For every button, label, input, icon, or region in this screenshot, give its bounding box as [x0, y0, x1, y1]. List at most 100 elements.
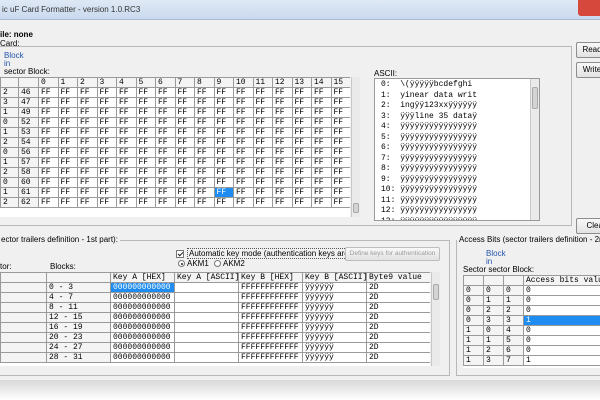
trailer-key-b-ascii-cell[interactable]: ÿÿÿÿÿÿ — [302, 352, 367, 363]
trailer-byte9-cell[interactable]: 2D — [366, 322, 430, 333]
byte-cell[interactable]: FF — [291, 177, 312, 188]
byte-cell[interactable]: FF — [330, 157, 350, 168]
byte-cell[interactable]: FF — [213, 177, 234, 188]
byte-cell[interactable]: FF — [291, 107, 312, 118]
byte-cell[interactable]: FF — [116, 177, 137, 188]
byte-cell[interactable]: FF — [77, 137, 98, 148]
byte-cell[interactable]: FF — [38, 167, 59, 178]
access-bits-value-cell[interactable]: 0 — [523, 325, 600, 336]
byte-cell[interactable]: FF — [57, 137, 78, 148]
byte-cell[interactable]: FF — [174, 97, 195, 108]
byte-cell[interactable]: FF — [311, 97, 332, 108]
selected-byte-cell[interactable]: FF — [213, 187, 234, 198]
auto-key-checkbox[interactable] — [176, 249, 184, 258]
byte-cell[interactable]: FF — [174, 117, 195, 128]
byte-cell[interactable]: FF — [272, 117, 293, 128]
byte-cell[interactable]: FF — [291, 197, 312, 208]
byte-cell[interactable]: FF — [174, 137, 195, 148]
trailer-key-b-hex-cell[interactable]: FFFFFFFFFFFF — [238, 332, 303, 343]
byte-cell[interactable]: FF — [38, 137, 59, 148]
trailer-key-a-ascii-cell[interactable] — [174, 332, 239, 343]
byte-cell[interactable]: FF — [311, 167, 332, 178]
byte-cell[interactable]: FF — [252, 197, 273, 208]
byte-cell[interactable]: FF — [252, 147, 273, 158]
byte-cell[interactable]: FF — [116, 167, 137, 178]
trailer-key-b-hex-cell[interactable]: FFFFFFFFFFFF — [238, 312, 303, 323]
byte-cell[interactable]: FF — [135, 187, 156, 198]
byte-cell[interactable]: FF — [311, 157, 332, 168]
byte-cell[interactable]: FF — [194, 167, 215, 178]
byte-cell[interactable]: FF — [213, 87, 234, 98]
byte-cell[interactable]: FF — [135, 197, 156, 208]
access-bits-value-cell[interactable]: 1 — [523, 315, 600, 326]
byte-cell[interactable]: FF — [272, 197, 293, 208]
byte-cell[interactable]: FF — [135, 87, 156, 98]
byte-cell[interactable]: FF — [311, 137, 332, 148]
byte-cell[interactable]: FF — [233, 197, 254, 208]
byte-cell[interactable]: FF — [96, 157, 117, 168]
trailer-key-b-ascii-cell[interactable]: ÿÿÿÿÿÿ — [302, 312, 367, 323]
byte-cell[interactable]: FF — [233, 157, 254, 168]
trailer-key-b-hex-cell[interactable]: FFFFFFFFFFFF — [238, 352, 303, 363]
byte-cell[interactable]: FF — [116, 147, 137, 158]
byte-cell[interactable]: FF — [252, 107, 273, 118]
byte-cell[interactable]: FF — [311, 177, 332, 188]
ascii-scroll-thumb[interactable] — [532, 87, 538, 109]
byte-cell[interactable]: FF — [77, 147, 98, 158]
write-card-button[interactable]: Write C — [576, 62, 600, 78]
byte-cell[interactable]: FF — [213, 107, 234, 118]
byte-cell[interactable]: FF — [57, 187, 78, 198]
byte-cell[interactable]: FF — [135, 177, 156, 188]
byte-cell[interactable]: FF — [272, 187, 293, 198]
byte-cell[interactable]: FF — [330, 97, 350, 108]
byte-cell[interactable]: FF — [213, 147, 234, 158]
byte-cell[interactable]: FF — [194, 177, 215, 188]
trailers-scrollbar[interactable] — [431, 272, 440, 366]
byte-cell[interactable]: FF — [155, 177, 176, 188]
byte-cell[interactable]: FF — [155, 167, 176, 178]
byte-cell[interactable]: FF — [38, 147, 59, 158]
byte-cell[interactable]: FF — [213, 117, 234, 128]
byte-cell[interactable]: FF — [174, 167, 195, 178]
trailer-key-a-ascii-cell[interactable] — [174, 342, 239, 353]
byte-cell[interactable]: FF — [291, 97, 312, 108]
byte-cell[interactable]: FF — [155, 97, 176, 108]
byte-cell[interactable]: FF — [155, 107, 176, 118]
byte-cell[interactable]: FF — [252, 97, 273, 108]
byte-cell[interactable]: FF — [213, 197, 234, 208]
byte-cell[interactable]: FF — [330, 197, 350, 208]
byte-cell[interactable]: FF — [155, 147, 176, 158]
byte-cell[interactable]: FF — [174, 197, 195, 208]
byte-cell[interactable]: FF — [252, 87, 273, 98]
trailer-key-a-hex-cell[interactable]: 000000000000 — [110, 342, 175, 353]
close-icon[interactable] — [578, 0, 600, 16]
byte-cell[interactable]: FF — [135, 167, 156, 178]
byte-cell[interactable]: FF — [57, 97, 78, 108]
byte-cell[interactable]: FF — [194, 87, 215, 98]
byte-cell[interactable]: FF — [291, 157, 312, 168]
byte-cell[interactable]: FF — [96, 97, 117, 108]
byte-cell[interactable]: FF — [252, 157, 273, 168]
byte-cell[interactable]: FF — [330, 127, 350, 138]
byte-cell[interactable]: FF — [116, 137, 137, 148]
byte-cell[interactable]: FF — [330, 137, 350, 148]
access-bits-value-cell[interactable]: 0 — [523, 305, 600, 316]
byte-cell[interactable]: FF — [272, 107, 293, 118]
byte-cell[interactable]: FF — [57, 157, 78, 168]
trailer-key-b-ascii-cell[interactable]: ÿÿÿÿÿÿ — [302, 282, 367, 293]
trailer-key-b-hex-cell[interactable]: FFFFFFFFFFFF — [238, 292, 303, 303]
access-bits-value-cell[interactable]: 0 — [523, 285, 600, 296]
trailer-byte9-cell[interactable]: 2D — [366, 312, 430, 323]
access-bits-value-cell[interactable]: 0 — [523, 345, 600, 356]
byte-cell[interactable]: FF — [291, 167, 312, 178]
byte-cell[interactable]: FF — [57, 147, 78, 158]
byte-cell[interactable]: FF — [38, 187, 59, 198]
byte-cell[interactable]: FF — [38, 97, 59, 108]
trailer-key-a-ascii-cell[interactable] — [174, 322, 239, 333]
ascii-view[interactable]: 0: \(ÿÿÿÿÿbcdefghi 1: yinear data writ 2: … — [374, 78, 540, 221]
trailer-byte9-cell[interactable]: 2D — [366, 282, 430, 293]
byte-cell[interactable]: FF — [38, 177, 59, 188]
byte-cell[interactable]: FF — [174, 87, 195, 98]
trailer-key-b-ascii-cell[interactable]: ÿÿÿÿÿÿ — [302, 302, 367, 313]
ascii-scrollbar[interactable] — [530, 79, 539, 220]
